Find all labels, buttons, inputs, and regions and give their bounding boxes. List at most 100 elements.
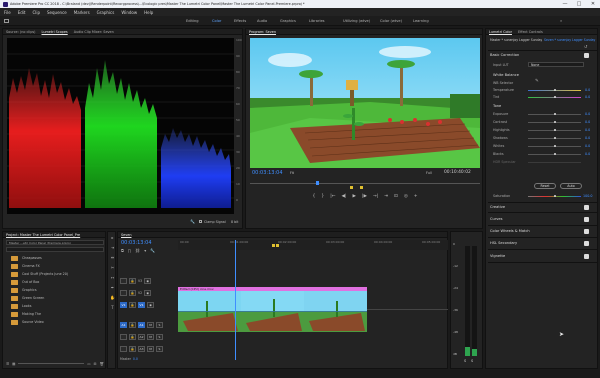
type-tool-icon[interactable]: T [110, 305, 115, 310]
shadows-value[interactable]: 0.0 [585, 136, 590, 140]
tab-effect-controls[interactable]: Effect Controls [518, 30, 543, 34]
bin-item[interactable]: Cheapasses [11, 256, 42, 261]
source-patch-v1[interactable]: V1 [120, 302, 127, 308]
track-target-toggle[interactable] [120, 278, 127, 284]
menu-window[interactable]: Window [121, 10, 137, 15]
tint-value[interactable]: 0.0 [585, 95, 590, 99]
razor-tool-icon[interactable]: ✂ [110, 265, 115, 270]
hand-tool-icon[interactable]: ✋ [110, 295, 115, 300]
workspace-tab-color[interactable]: Color [212, 19, 221, 23]
bin-item[interactable]: Source Video [11, 320, 44, 325]
bin-item[interactable]: Green Screen [11, 296, 44, 301]
workspace-tab-libraries[interactable]: Libraries [309, 19, 325, 23]
basic-correction-checkbox[interactable] [584, 53, 589, 58]
clamp-checkbox[interactable] [199, 220, 202, 223]
lift-button[interactable]: ⇥ [384, 194, 388, 199]
exposure-value[interactable]: 0.0 [585, 112, 590, 116]
input-lut-dropdown[interactable]: None [528, 62, 584, 67]
solo-button[interactable]: S [156, 346, 163, 352]
mute-button[interactable]: M [147, 322, 154, 328]
reset-button[interactable]: Reset [534, 183, 556, 189]
menu-graphics[interactable]: Graphics [97, 10, 115, 15]
resolution-dropdown[interactable]: Full [426, 171, 432, 175]
slip-tool-icon[interactable]: ↔ [110, 275, 115, 280]
fit-dropdown[interactable]: Fit [290, 171, 294, 175]
contrast-value[interactable]: 0.0 [585, 120, 590, 124]
saturation-value[interactable]: 100.0 [583, 194, 592, 198]
track-label[interactable]: V1 [138, 302, 145, 308]
menu-markers[interactable]: Markers [74, 10, 90, 15]
lock-icon[interactable]: 🔒 [129, 346, 136, 352]
hsl-secondary-section[interactable]: HSL Secondary [490, 241, 517, 245]
marker-icon[interactable] [350, 186, 353, 189]
solo-left-button[interactable]: S [464, 359, 466, 363]
shadows-knob[interactable] [553, 137, 556, 140]
auto-button[interactable]: Auto [560, 183, 582, 189]
menu-sequence[interactable]: Sequence [47, 10, 67, 15]
tab-source[interactable]: Source: (no clips) [6, 30, 35, 34]
bin-item[interactable]: Looks [11, 304, 31, 309]
timeline-clip-v1[interactable]: Edited (CPU) cine.mov [178, 287, 367, 332]
tab-audio-clip-mixer[interactable]: Audio Clip Mixer: Seven [74, 30, 114, 34]
temperature-knob[interactable] [553, 89, 556, 92]
menu-file[interactable]: File [4, 10, 11, 15]
timeline-playhead[interactable] [235, 240, 236, 360]
bit-depth[interactable]: 8 bit [231, 220, 238, 224]
add-button[interactable]: + [414, 194, 418, 199]
tone-header[interactable]: Tone [493, 104, 501, 108]
sequence-clip-label[interactable]: Seven * sunenjoy Lagger Sunday [544, 38, 596, 42]
wrench-icon[interactable]: 🔧 [190, 219, 195, 224]
icon-view-icon[interactable]: ▦ [12, 362, 15, 366]
go-to-out-button[interactable]: →| [373, 194, 378, 199]
tab-program[interactable]: Program: Seven [249, 30, 276, 34]
lock-icon[interactable]: 🔒 [129, 302, 136, 308]
close-button[interactable]: ✕ [586, 1, 600, 7]
trash-icon[interactable]: 🗑 [100, 362, 104, 366]
list-view-icon[interactable]: ☰ [6, 362, 9, 366]
vignette-section[interactable]: Vignette [490, 254, 505, 258]
basic-correction-header[interactable]: Basic Correction [490, 53, 519, 57]
tab-sequence[interactable]: Seven [121, 233, 131, 237]
saturation-knob[interactable] [553, 195, 556, 198]
tab-lumetri-color[interactable]: Lumetri Color [489, 30, 512, 34]
solo-button[interactable]: S [156, 334, 163, 340]
eye-icon[interactable]: ◉ [147, 302, 154, 308]
pen-tool-icon[interactable]: ✒ [110, 285, 115, 290]
color-wheels-section[interactable]: Color Wheels & Match [490, 229, 530, 233]
play-button[interactable]: ▶ [353, 194, 356, 199]
whites-value[interactable]: 0.0 [585, 144, 590, 148]
white-balance-header[interactable]: White Balance [493, 73, 519, 77]
tint-knob[interactable] [553, 96, 556, 99]
scrub-playhead[interactable] [316, 181, 319, 185]
program-timecode[interactable]: 00:03:13:04 [252, 170, 283, 176]
workspace-tab-color-wtve[interactable]: Color (wtve) [380, 19, 402, 23]
minimize-button[interactable]: — [558, 1, 572, 7]
workspace-tab-graphics[interactable]: Graphics [280, 19, 296, 23]
creative-section[interactable]: Creative [490, 205, 505, 209]
master-volume[interactable]: 0.0 [133, 357, 138, 361]
eyedropper-icon[interactable]: ✎ [535, 79, 539, 84]
curves-section[interactable]: Curves [490, 217, 502, 221]
menu-edit[interactable]: Edit [18, 10, 26, 15]
home-icon[interactable] [4, 19, 9, 23]
color-wheels-checkbox[interactable] [584, 229, 589, 234]
exposure-knob[interactable] [553, 113, 556, 116]
ripple-edit-tool-icon[interactable]: ⇹ [110, 255, 115, 260]
contrast-knob[interactable] [553, 121, 556, 124]
lock-icon[interactable]: 🔒 [129, 322, 136, 328]
workspace-tab-audio[interactable]: Audio [257, 19, 267, 23]
highlights-knob[interactable] [553, 129, 556, 132]
lock-icon[interactable]: 🔒 [129, 290, 136, 296]
track-label[interactable]: A1 [138, 322, 145, 328]
selection-tool-icon[interactable]: ▸ [110, 235, 115, 240]
track-target-toggle[interactable] [120, 346, 127, 352]
workspace-tab-utilizing[interactable]: Utilizing (wtve) [343, 19, 370, 23]
reset-icon[interactable]: ↺ [584, 44, 587, 49]
program-scrub-bar[interactable] [250, 179, 480, 189]
mark-out-button[interactable]: } [321, 194, 324, 199]
workspace-tab-effects[interactable]: Effects [234, 19, 246, 23]
track-select-tool-icon[interactable]: ⇥ [110, 245, 115, 250]
bin-item[interactable]: Making The [11, 312, 41, 317]
bin-item[interactable]: Graphics [11, 288, 37, 293]
solo-right-button[interactable]: S [471, 359, 473, 363]
